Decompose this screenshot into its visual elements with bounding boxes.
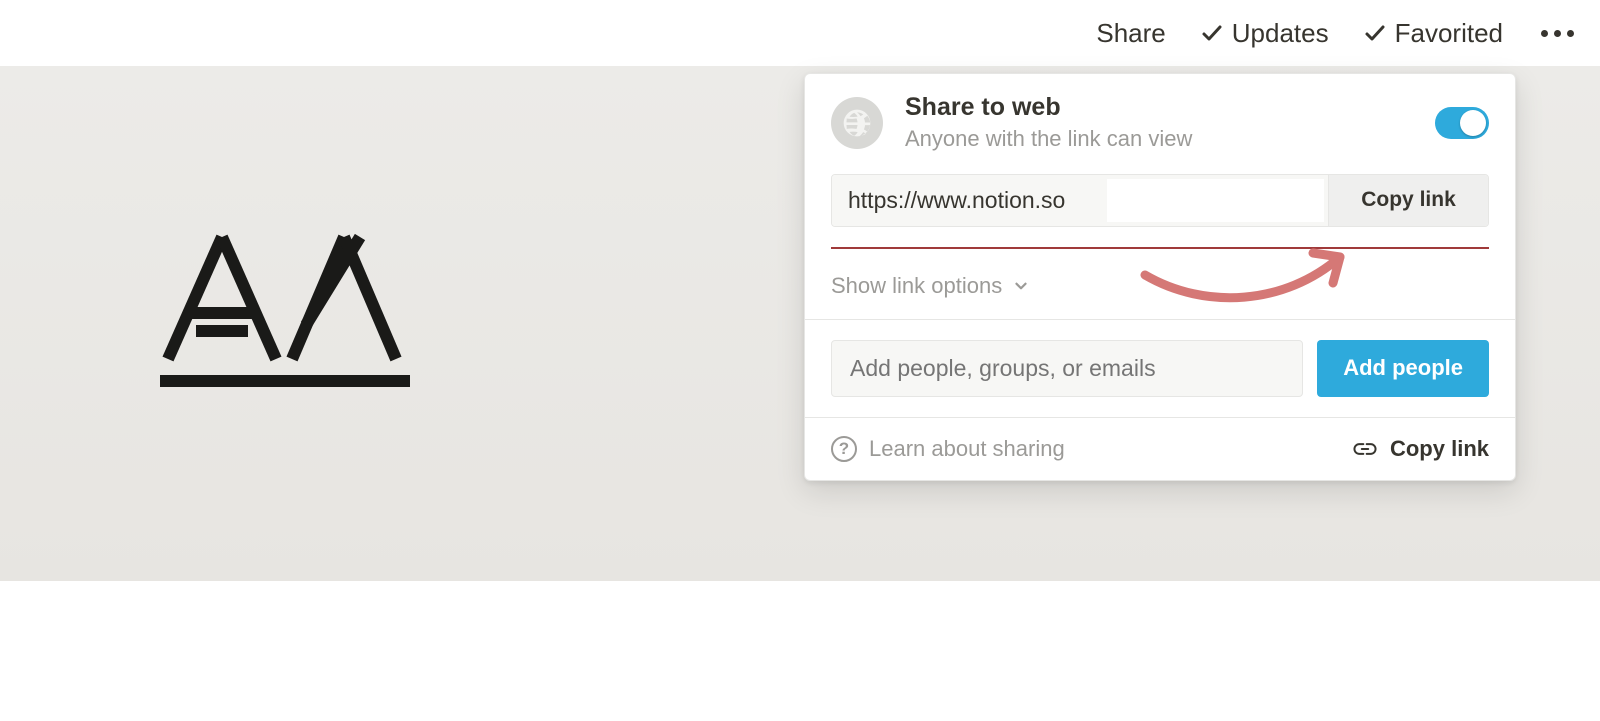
share-to-web-section: Share to web Anyone with the link can vi… — [805, 74, 1515, 247]
annotation-underline — [831, 247, 1489, 249]
page-actions-bar: Share Updates Favorited — [0, 0, 1600, 66]
check-icon — [1363, 21, 1387, 45]
favorited-label: Favorited — [1395, 18, 1503, 49]
share-button[interactable]: Share — [1096, 18, 1165, 49]
add-people-input[interactable] — [832, 341, 1302, 396]
public-link-field[interactable] — [832, 175, 1328, 226]
add-people-field[interactable] — [831, 340, 1303, 397]
updates-label: Updates — [1232, 18, 1329, 49]
share-to-web-toggle[interactable] — [1435, 107, 1489, 139]
page-logo — [160, 231, 420, 391]
share-popover: Share to web Anyone with the link can vi… — [804, 73, 1516, 481]
link-mask — [1107, 179, 1324, 222]
learn-about-sharing[interactable]: ? Learn about sharing — [831, 436, 1065, 462]
share-to-web-subtitle: Anyone with the link can view — [905, 126, 1413, 152]
share-popover-footer: ? Learn about sharing Copy link — [805, 417, 1515, 480]
globe-icon — [831, 97, 883, 149]
show-link-options-label: Show link options — [831, 273, 1002, 299]
learn-label: Learn about sharing — [869, 436, 1065, 462]
more-menu-button[interactable] — [1537, 26, 1578, 41]
copy-link-label: Copy link — [1361, 188, 1456, 212]
share-label: Share — [1096, 18, 1165, 49]
add-people-button[interactable]: Add people — [1317, 340, 1489, 397]
help-icon: ? — [831, 436, 857, 462]
add-people-section: Add people — [805, 319, 1515, 417]
check-icon — [1200, 21, 1224, 45]
footer-copy-link[interactable]: Copy link — [1352, 436, 1489, 462]
copy-link-button[interactable]: Copy link — [1328, 175, 1488, 226]
link-icon — [1352, 439, 1378, 459]
public-link-row: Copy link — [831, 174, 1489, 227]
add-people-label: Add people — [1343, 355, 1463, 381]
updates-button[interactable]: Updates — [1200, 18, 1329, 49]
share-to-web-title: Share to web — [905, 94, 1413, 122]
chevron-down-icon — [1012, 277, 1030, 295]
show-link-options[interactable]: Show link options — [831, 273, 1030, 299]
footer-copy-link-label: Copy link — [1390, 436, 1489, 462]
favorited-button[interactable]: Favorited — [1363, 18, 1503, 49]
